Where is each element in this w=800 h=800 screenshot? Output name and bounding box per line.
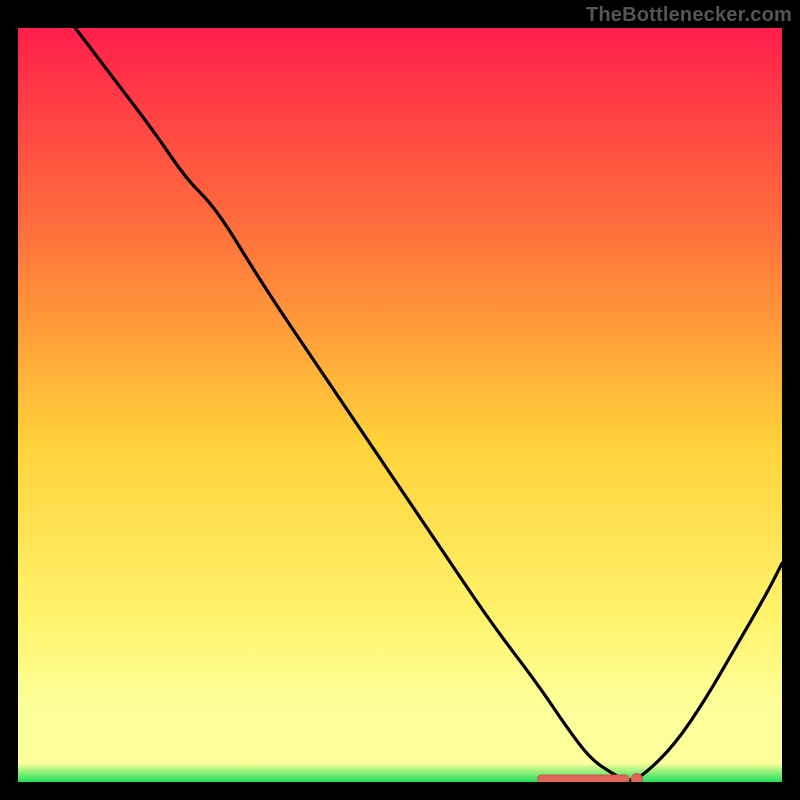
optimal-range-marker xyxy=(538,773,643,782)
bottleneck-curve-plot xyxy=(18,28,782,782)
plot-area xyxy=(18,28,782,782)
chart-frame: TheBottlenecker.com xyxy=(0,0,800,800)
watermark-text: TheBottlenecker.com xyxy=(586,4,792,27)
optimal-range-bar xyxy=(538,775,630,782)
gradient-background xyxy=(18,28,782,782)
optimal-point-dot xyxy=(631,773,642,782)
